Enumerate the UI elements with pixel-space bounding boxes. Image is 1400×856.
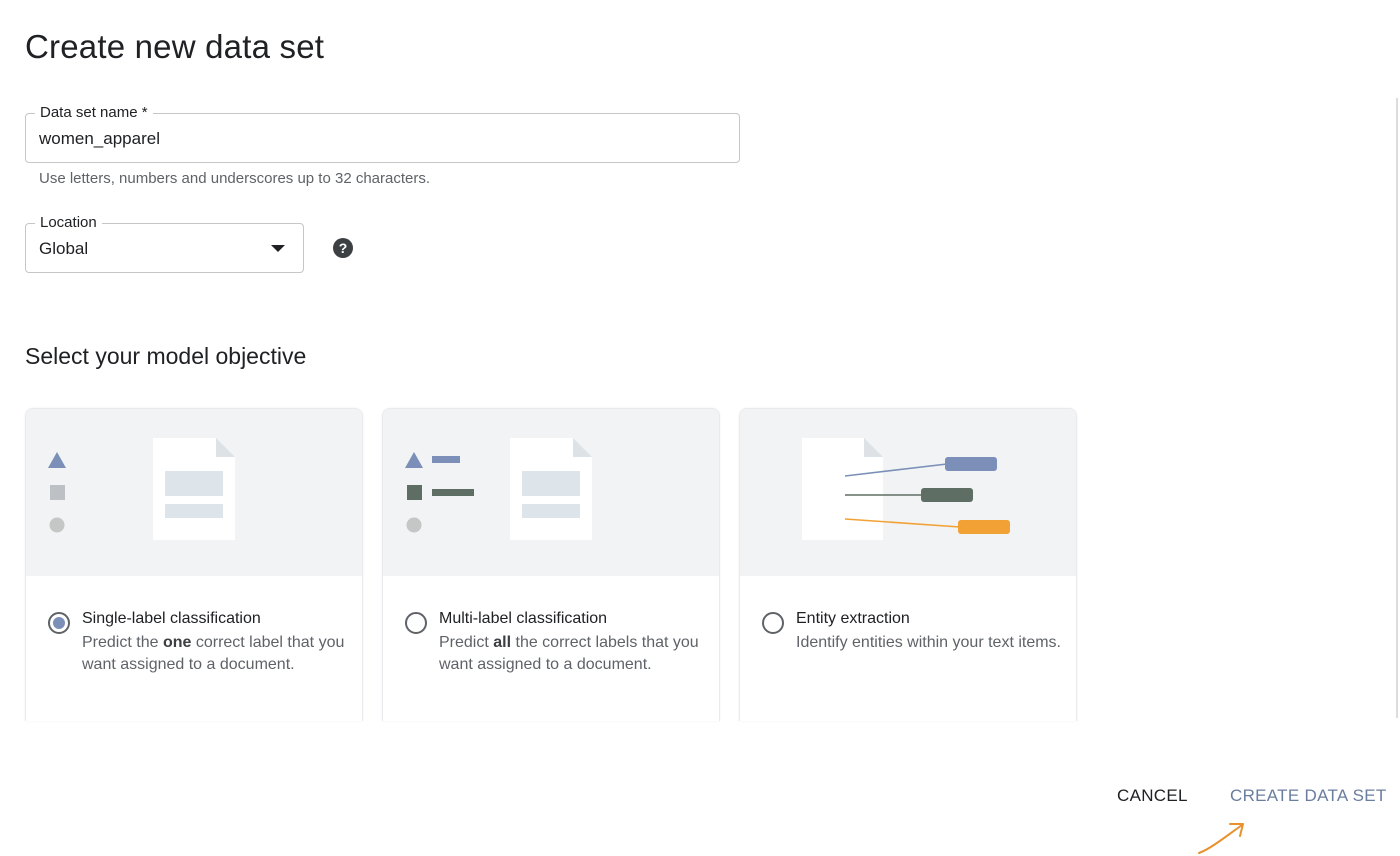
card-description: Identify entities within your text items… xyxy=(796,634,1061,651)
dataset-name-hint: Use letters, numbers and underscores up … xyxy=(39,170,431,187)
single-label-classification-card[interactable]: Single-label classification Predict the … xyxy=(25,408,363,721)
dataset-name-field[interactable]: Data set name * women_apparel xyxy=(25,103,740,163)
cancel-button[interactable]: CANCEL xyxy=(1117,786,1188,806)
entity-extraction-card[interactable]: Entity extraction Identify entities with… xyxy=(739,408,1077,721)
scrollbar[interactable] xyxy=(1396,98,1398,718)
dataset-name-label: Data set name * xyxy=(35,103,153,123)
card-title: Multi-label classification xyxy=(439,610,608,627)
label-bar-blue xyxy=(432,456,460,463)
dataset-name-input[interactable]: women_apparel xyxy=(39,128,160,150)
model-objective-heading: Select your model objective xyxy=(25,343,307,369)
card-title: Entity extraction xyxy=(796,610,910,627)
entity-extraction-illustration xyxy=(740,409,1076,576)
radio-button[interactable] xyxy=(405,612,427,634)
single-label-illustration xyxy=(26,409,362,576)
annotation-arrow-icon xyxy=(1198,823,1244,854)
dropdown-arrow-icon xyxy=(271,245,285,252)
page-title: Create new data set xyxy=(25,28,325,65)
square-icon xyxy=(407,485,422,500)
help-icon[interactable]: ? xyxy=(333,238,353,258)
multi-label-classification-card[interactable]: Multi-label classification Predict all t… xyxy=(382,408,720,721)
circle-icon xyxy=(406,517,422,533)
location-value: Global xyxy=(39,239,89,258)
label-bar-green xyxy=(432,489,474,496)
radio-button[interactable] xyxy=(762,612,784,634)
triangle-icon xyxy=(48,452,66,468)
entity-tag-blue xyxy=(945,457,997,471)
card-description: Predict all the correct labels that you … xyxy=(439,634,699,673)
card-title: Single-label classification xyxy=(82,610,261,627)
circle-icon xyxy=(49,517,65,533)
card-description: Predict the one correct label that you w… xyxy=(82,634,345,673)
radio-button[interactable] xyxy=(48,612,70,634)
square-icon xyxy=(50,485,65,500)
entity-tag-green xyxy=(921,488,973,502)
triangle-icon xyxy=(405,452,423,468)
location-select[interactable]: Location Global xyxy=(25,213,304,273)
create-data-set-button[interactable]: CREATE DATA SET xyxy=(1230,786,1387,806)
multi-label-illustration xyxy=(383,409,719,576)
entity-tag-orange xyxy=(958,520,1010,534)
location-label: Location xyxy=(35,213,102,233)
